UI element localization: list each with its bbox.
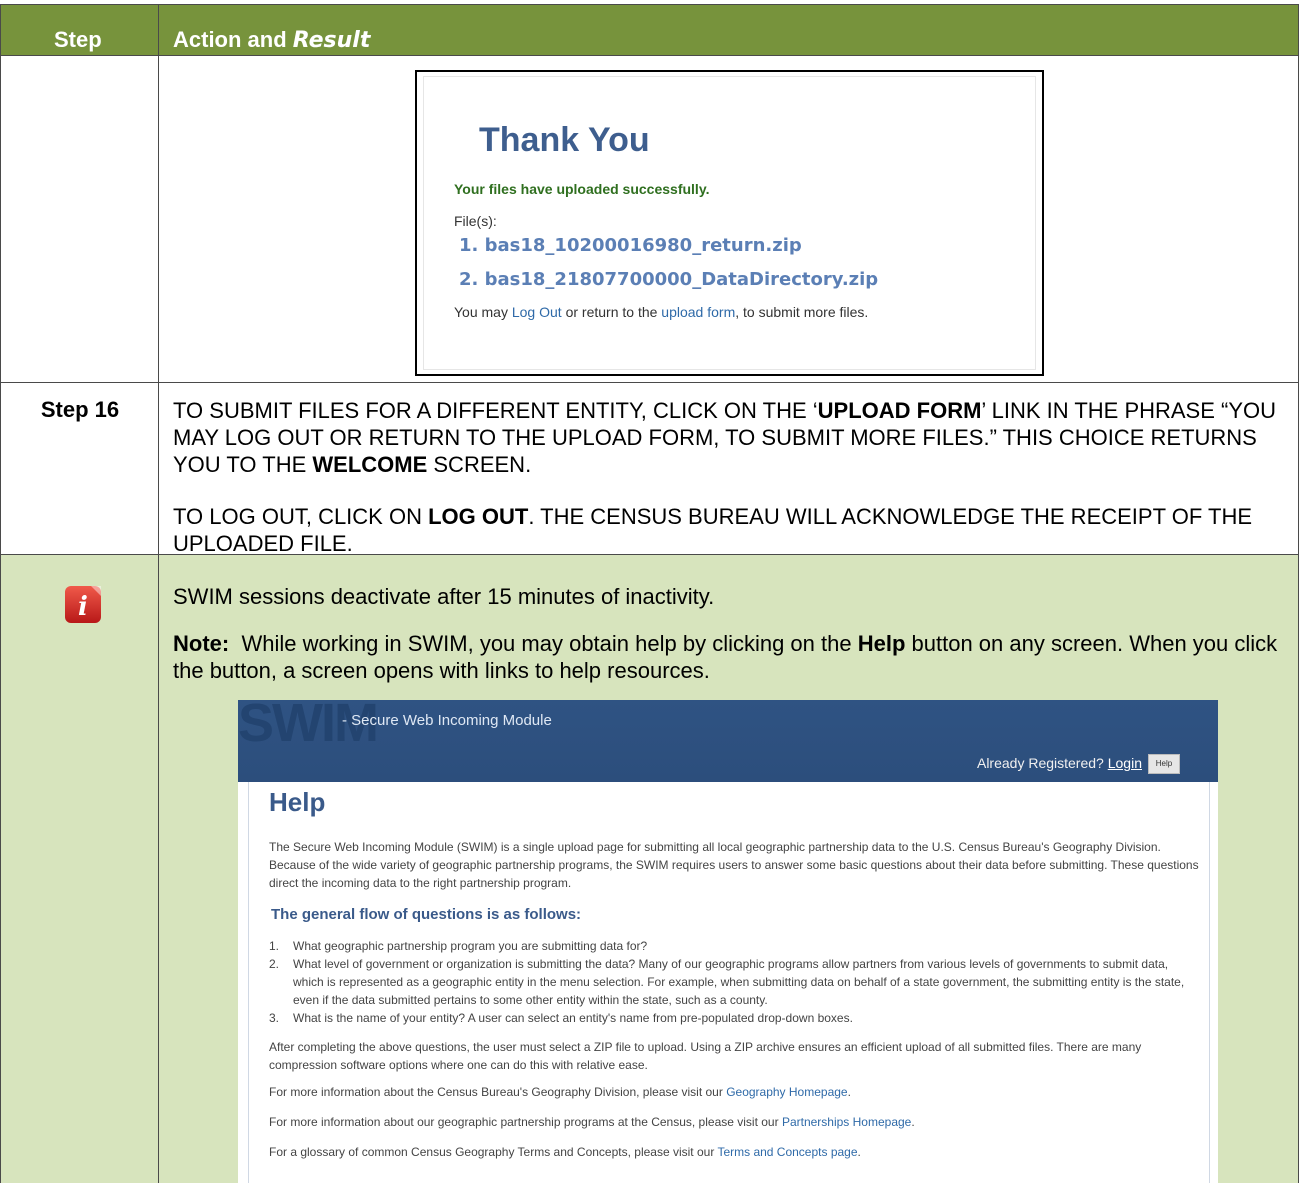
glossary-info: For a glossary of common Census Geograph…: [269, 1145, 861, 1159]
help-content: Help The Secure Web Incoming Module (SWI…: [248, 782, 1210, 1183]
step-16-label: Step 16: [40, 397, 120, 422]
already-registered: Already Registered? Login: [976, 755, 1142, 771]
instruction-table: Step Action and Result Thank You Your fi…: [0, 0, 1299, 1183]
question-item: 2. What level of government or organizati…: [269, 957, 1185, 1007]
session-timeout-note: SWIM sessions deactivate after 15 minute…: [173, 584, 715, 609]
log-out-link[interactable]: Log Out: [512, 304, 562, 320]
header-action: Action and Result: [173, 27, 371, 53]
help-button[interactable]: Help: [1148, 754, 1180, 774]
uploaded-file-1: 1. bas18_10200016980_return.zip: [459, 235, 802, 256]
partnerships-homepage-link[interactable]: Partnerships Homepage: [782, 1115, 911, 1129]
geography-homepage-link[interactable]: Geography Homepage: [726, 1085, 847, 1099]
table-border-left: [0, 4, 1, 1183]
geography-info: For more information about the Census Bu…: [269, 1085, 851, 1099]
column-divider: [158, 4, 159, 1183]
thank-you-screenshot: Thank You Your files have uploaded succe…: [415, 70, 1044, 376]
flow-heading: The general flow of questions is as foll…: [271, 906, 582, 923]
swim-banner: SWIM - Secure Web Incoming Module Alread…: [238, 700, 1218, 782]
question-item: 1. What geographic partnership program yo…: [269, 939, 648, 953]
table-header: Step Action and Result: [0, 4, 1299, 56]
thank-you-title: Thank You: [479, 121, 650, 159]
zip-info: After completing the above questions, th…: [269, 1040, 1142, 1072]
step-16-paragraph-1: TO SUBMIT FILES FOR A DIFFERENT ENTITY, …: [173, 398, 1277, 477]
upload-success-message: Your files have uploaded successfully.: [454, 181, 710, 197]
upload-form-link[interactable]: upload form: [661, 304, 735, 320]
row-divider: [0, 382, 1299, 383]
step-16-paragraph-2: TO LOG OUT, CLICK ON LOG OUT. THE CENSUS…: [173, 504, 1253, 556]
files-label: File(s):: [454, 213, 497, 229]
help-intro: The Secure Web Incoming Module (SWIM) is…: [269, 840, 1199, 890]
help-title: Help: [269, 787, 326, 817]
swim-subtitle: - Secure Web Incoming Module: [342, 712, 552, 729]
help-note: Note: While working in SWIM, you may obt…: [173, 631, 1278, 683]
login-link[interactable]: Login: [1108, 755, 1142, 771]
question-item: 3. What is the name of your entity? A use…: [269, 1011, 853, 1025]
thank-you-footer: You may Log Out or return to the upload …: [454, 304, 869, 320]
terms-concepts-link[interactable]: Terms and Concepts page: [717, 1145, 857, 1159]
header-step: Step: [54, 27, 102, 52]
uploaded-file-2: 2. bas18_21807700000_DataDirectory.zip: [459, 269, 879, 290]
header-result: Result: [292, 28, 371, 53]
thank-you-frame: Thank You Your files have uploaded succe…: [423, 76, 1036, 370]
partnerships-info: For more information about our geographi…: [269, 1115, 915, 1129]
info-icon: i: [65, 586, 101, 623]
svg-text:i: i: [78, 592, 88, 622]
help-page-screenshot: SWIM - Secure Web Incoming Module Alread…: [238, 700, 1218, 1183]
